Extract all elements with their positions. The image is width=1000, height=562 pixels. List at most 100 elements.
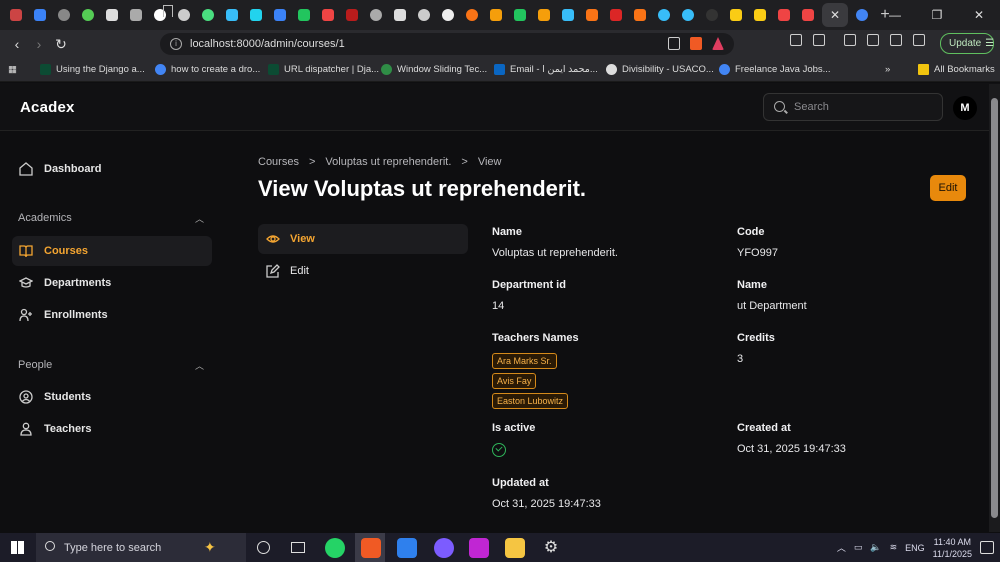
chevron-up-icon[interactable]: ︿ [837,541,846,554]
site-info-icon[interactable]: i [170,38,182,50]
tab-favicon[interactable] [196,4,220,26]
brave-shield-icon[interactable] [690,37,702,50]
tab-favicon[interactable] [52,4,76,26]
tab-favicon[interactable] [556,4,580,26]
tab-favicon[interactable] [652,4,676,26]
chevron-up-icon[interactable]: ︿ [195,212,204,225]
tab-favicon[interactable] [124,4,148,26]
tab-favicon[interactable] [436,4,460,26]
notifications-icon[interactable] [980,541,994,554]
wallet-icon[interactable] [890,34,902,46]
tab-favicon[interactable] [364,4,388,26]
settings-gear-icon[interactable]: ⚙ [541,538,561,558]
tab-favicon[interactable] [508,4,532,26]
section-academics[interactable]: Academics ︿ [18,212,204,225]
tab-favicon[interactable] [628,4,652,26]
tab-favicon[interactable] [316,4,340,26]
tab-favicon[interactable] [244,4,268,26]
forward-icon[interactable]: › [28,36,50,52]
tab-favicon[interactable] [292,4,316,26]
sidebar-item-courses[interactable]: Courses [12,236,212,266]
bookmark-page-icon[interactable] [163,5,173,17]
volume-icon[interactable]: 🔈 [870,542,881,553]
brave-rewards-icon[interactable] [712,37,724,50]
file-explorer-icon[interactable] [505,538,525,558]
tab-favicon[interactable] [172,4,196,26]
screenshot-icon[interactable] [813,34,825,46]
clock[interactable]: 11:40 AM 11/1/2025 [933,536,972,560]
maximize-icon[interactable]: ❐ [916,8,958,22]
tab-favicon[interactable] [772,4,796,26]
bookmark-item[interactable]: Email - محمد ايمن ا... [494,64,598,75]
update-button[interactable]: Update ☰ [940,33,994,54]
breadcrumb-courses[interactable]: Courses [258,156,299,168]
extensions-icon[interactable] [790,34,802,46]
tab-favicon[interactable] [460,4,484,26]
tab-favicon[interactable] [268,4,292,26]
bookmark-item[interactable]: Divisibility - USACO... [606,64,714,75]
tab-favicon[interactable] [580,4,604,26]
tab-favicon[interactable] [100,4,124,26]
all-bookmarks[interactable]: All Bookmarks [918,64,995,75]
tab-favicon[interactable] [676,4,700,26]
download-icon[interactable] [844,34,856,46]
taskbar-search-input[interactable]: Type here to search ✦ [36,533,246,562]
scrollbar-thumb[interactable] [991,98,998,518]
sidebar-item-enrollments[interactable]: Enrollments [12,300,212,330]
tab-favicon[interactable] [4,4,28,26]
cortana-icon[interactable] [257,541,270,554]
tab-favicon[interactable] [220,4,244,26]
subnav-view[interactable]: View [258,224,468,254]
breadcrumb-course[interactable]: Voluptas ut reprehenderit. [325,156,451,168]
tab-favicon[interactable] [28,4,52,26]
brand-logo[interactable]: Acadex [20,99,75,116]
bookmark-item[interactable]: Freelance Java Jobs... [719,64,831,75]
tab-favicon[interactable] [724,4,748,26]
windows-start-icon[interactable] [11,541,24,554]
tab-favicon[interactable] [748,4,772,26]
tab-favicon[interactable] [700,4,724,26]
sidebar-toggle-icon[interactable] [867,34,879,46]
battery-icon[interactable]: ▭ [854,542,863,553]
user-avatar[interactable]: M [953,96,977,120]
sidebar-item-students[interactable]: Students [12,382,212,412]
page-scrollbar[interactable] [989,84,1000,532]
bookmark-item[interactable]: Using the Django a... [40,64,145,75]
jetbrains-icon[interactable] [469,538,489,558]
bookmark-item[interactable]: how to create a dro... [155,64,260,75]
close-window-icon[interactable]: ✕ [958,8,1000,22]
tab-favicon[interactable] [76,4,100,26]
chevron-up-icon[interactable]: ︿ [195,359,204,372]
tab-favicon[interactable] [532,4,556,26]
brave-icon[interactable] [361,538,381,558]
task-view-icon[interactable] [291,542,305,553]
reload-icon[interactable]: ↻ [50,36,72,53]
sidebar-item-departments[interactable]: Departments [12,268,212,298]
discord-icon[interactable] [434,538,454,558]
apps-grid-icon[interactable]: ▦ [8,64,17,75]
tab-favicon[interactable] [388,4,412,26]
leo-ai-icon[interactable] [913,34,925,46]
more-bookmarks-icon[interactable]: » [885,64,890,75]
subnav-edit[interactable]: Edit [258,256,468,286]
sidebar-item-teachers[interactable]: Teachers [12,414,212,444]
tab-favicon[interactable] [412,4,436,26]
bookmark-item[interactable]: URL dispatcher | Dja... [268,64,379,75]
active-tab-close-icon[interactable]: ✕ [822,3,848,27]
tab-favicon[interactable] [796,4,820,26]
share-icon[interactable] [668,37,680,50]
edit-button[interactable]: Edit [930,175,966,201]
address-bar[interactable]: i localhost:8000/admin/courses/1 [160,33,734,55]
section-people[interactable]: People ︿ [18,359,204,372]
search-input[interactable]: Search [763,93,943,121]
tab-favicon[interactable] [850,4,874,26]
wifi-icon[interactable]: ≋ [890,542,898,553]
back-icon[interactable]: ‹ [6,36,28,52]
vscode-icon[interactable] [397,538,417,558]
tab-favicon[interactable] [604,4,628,26]
minimize-icon[interactable]: — [874,8,916,22]
bookmark-item[interactable]: Window Sliding Tec... [381,64,487,75]
language-indicator[interactable]: ENG [905,543,925,553]
tab-favicon[interactable] [340,4,364,26]
tab-favicon[interactable] [484,4,508,26]
